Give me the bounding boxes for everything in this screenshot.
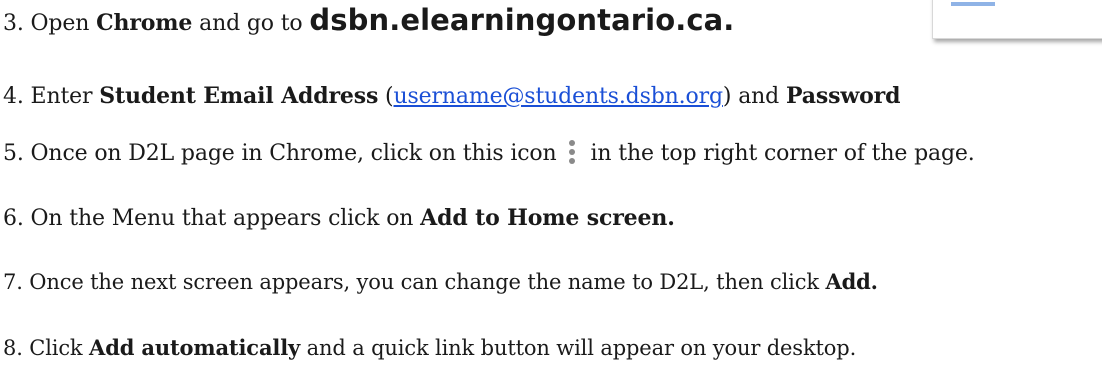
step-7-number: 7. bbox=[3, 270, 23, 294]
step-3-domain: dsbn.elearningontario.ca. bbox=[309, 3, 735, 37]
kebab-menu-icon bbox=[567, 138, 577, 166]
step-3-chrome: Chrome bbox=[96, 10, 193, 36]
step-5-number: 5. bbox=[3, 141, 24, 166]
step-7-text: Once the next screen appears, you can ch… bbox=[22, 270, 826, 294]
step-6-add-home: Add to Home screen. bbox=[420, 205, 675, 231]
step-8-number: 8. bbox=[3, 336, 23, 360]
step-6-text: On the Menu that appears click on bbox=[23, 206, 421, 231]
step-4-email-link[interactable]: username@students.dsbn.org bbox=[394, 84, 724, 109]
step-4-paren-open: ( bbox=[378, 84, 394, 109]
step-3-text: Open bbox=[23, 11, 97, 36]
step-8-add-auto: Add automatically bbox=[89, 335, 301, 360]
step-4-email-label: Student Email Address bbox=[99, 83, 379, 109]
step-8-text: Click bbox=[22, 336, 90, 360]
step-4-text-mid: ) and bbox=[722, 84, 786, 109]
step-4: 4. Enter Student Email Address (username… bbox=[3, 82, 900, 111]
step-8: 8. Click Add automatically and a quick l… bbox=[3, 334, 856, 362]
step-5-text-post: in the top right corner of the page. bbox=[590, 141, 975, 166]
step-3-text-mid: and go to bbox=[192, 11, 310, 36]
instructions-document: 3. Open Chrome and go to dsbn.elearningo… bbox=[0, 0, 1102, 385]
step-5-text: Once on D2L page in Chrome, click on thi… bbox=[23, 141, 557, 166]
step-3: 3. Open Chrome and go to dsbn.elearningo… bbox=[3, 6, 734, 38]
step-7: 7. Once the next screen appears, you can… bbox=[3, 268, 878, 296]
step-3-number: 3. bbox=[3, 11, 24, 36]
step-4-text: Enter bbox=[23, 84, 100, 109]
step-5: 5. Once on D2L page in Chrome, click on … bbox=[3, 140, 975, 168]
screenshot-thumbnail bbox=[932, 0, 1102, 39]
step-6: 6. On the Menu that appears click on Add… bbox=[3, 204, 675, 233]
step-7-add: Add. bbox=[825, 269, 878, 294]
step-6-number: 6. bbox=[3, 206, 24, 231]
step-4-number: 4. bbox=[3, 84, 24, 109]
thumbnail-link-fragment bbox=[951, 2, 995, 6]
step-4-password-label: Password bbox=[785, 83, 901, 109]
step-8-text-post: and a quick link button will appear on y… bbox=[300, 336, 857, 360]
